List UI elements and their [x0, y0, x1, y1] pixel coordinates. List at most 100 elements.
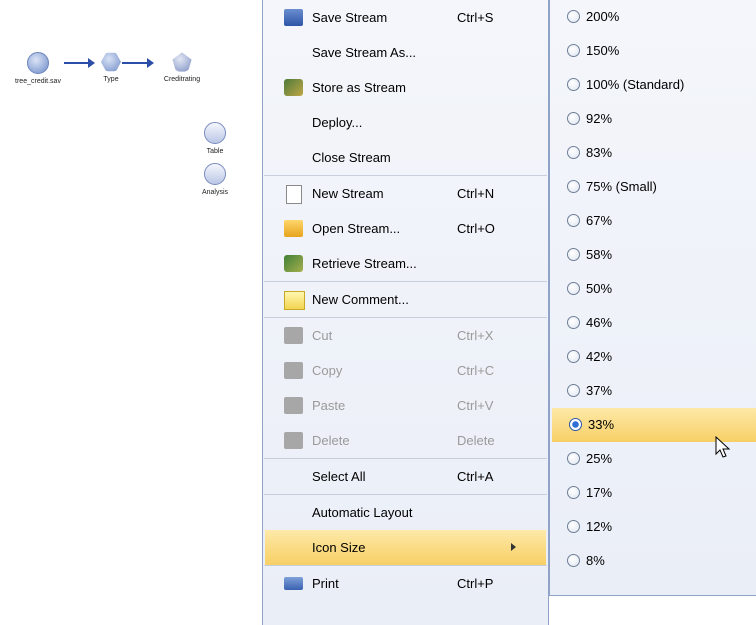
menu-item-new-comment[interactable]: New Comment...	[263, 282, 548, 317]
save-icon	[284, 9, 303, 26]
option-label: 58%	[586, 247, 613, 262]
submenu-option-12[interactable]: 12%	[550, 510, 756, 544]
submenu-option-200[interactable]: 200%	[550, 0, 756, 34]
submenu-option-83[interactable]: 83%	[550, 136, 756, 170]
menu-item-retrieve-stream[interactable]: Retrieve Stream...	[263, 246, 548, 281]
submenu-option-67[interactable]: 67%	[550, 204, 756, 238]
submenu-option-58[interactable]: 58%	[550, 238, 756, 272]
radio-button[interactable]	[567, 350, 580, 363]
radio-button[interactable]	[567, 112, 580, 125]
menu-item-save-stream[interactable]: Save Stream Ctrl+S	[263, 0, 548, 35]
copy-icon	[284, 362, 303, 379]
submenu-option-92[interactable]: 92%	[550, 102, 756, 136]
option-label: 67%	[586, 213, 613, 228]
menu-item-shortcut: Delete	[457, 433, 495, 448]
menu-item-label: Automatic Layout	[312, 505, 413, 520]
radio-button[interactable]	[567, 452, 580, 465]
menu-item-open-stream[interactable]: Open Stream... Ctrl+O	[263, 211, 548, 246]
icon-size-submenu: 200% 150% 100% (Standard) 92% 83% 75% (S…	[549, 0, 756, 596]
submenu-option-8[interactable]: 8%	[550, 544, 756, 578]
menu-item-delete[interactable]: Delete Delete	[263, 423, 548, 458]
node-analysis[interactable]: Analysis	[183, 163, 247, 196]
submenu-option-37[interactable]: 37%	[550, 374, 756, 408]
menu-item-label: Save Stream As...	[312, 45, 417, 60]
option-label: 83%	[586, 145, 613, 160]
option-label: 25%	[586, 451, 613, 466]
mouse-pointer-icon	[715, 436, 731, 458]
radio-button-selected[interactable]	[569, 418, 582, 431]
menu-item-label: Save Stream	[312, 10, 388, 25]
node-tree-credit-sav[interactable]: tree_credit.sav	[6, 52, 70, 85]
menu-item-label: Retrieve Stream...	[312, 256, 417, 271]
menu-item-deploy[interactable]: Deploy...	[263, 105, 548, 140]
radio-button[interactable]	[567, 44, 580, 57]
menu-item-label: New Comment...	[312, 292, 409, 307]
radio-button[interactable]	[567, 214, 580, 227]
menu-item-close-stream[interactable]: Close Stream	[263, 140, 548, 175]
magnifier-icon	[204, 163, 226, 185]
menu-item-shortcut: Ctrl+S	[457, 10, 494, 25]
submenu-option-75[interactable]: 75% (Small)	[550, 170, 756, 204]
submenu-option-100[interactable]: 100% (Standard)	[550, 68, 756, 102]
menu-item-paste[interactable]: Paste Ctrl+V	[263, 388, 548, 423]
table-icon	[204, 122, 226, 144]
radio-button[interactable]	[567, 180, 580, 193]
option-label: 100% (Standard)	[586, 77, 685, 92]
submenu-option-17[interactable]: 17%	[550, 476, 756, 510]
menu-item-shortcut: Ctrl+C	[457, 363, 495, 378]
radio-button[interactable]	[567, 78, 580, 91]
stream-canvas[interactable]: tree_credit.sav Type Creditrating Table …	[0, 0, 262, 625]
menu-item-label: Print	[312, 576, 339, 591]
radio-button[interactable]	[567, 248, 580, 261]
menu-item-icon-size[interactable]: Icon Size	[265, 530, 546, 565]
menu-item-label: Paste	[312, 398, 346, 413]
submenu-arrow-icon	[511, 543, 516, 551]
radio-button[interactable]	[567, 384, 580, 397]
store-icon	[284, 79, 303, 96]
node-label: Table	[206, 148, 224, 155]
comment-icon	[284, 291, 305, 310]
radio-button[interactable]	[567, 10, 580, 23]
menu-item-select-all[interactable]: Select All Ctrl+A	[263, 459, 548, 494]
option-label: 50%	[586, 281, 613, 296]
option-label: 37%	[586, 383, 613, 398]
menu-item-new-stream[interactable]: New Stream Ctrl+N	[263, 176, 548, 211]
menu-item-store-as-stream[interactable]: Store as Stream	[263, 70, 548, 105]
menu-item-shortcut: Ctrl+N	[457, 186, 495, 201]
menu-item-print[interactable]: Print Ctrl+P	[263, 566, 548, 601]
option-label: 46%	[586, 315, 613, 330]
menu-item-shortcut: Ctrl+P	[457, 576, 494, 591]
menu-item-automatic-layout[interactable]: Automatic Layout	[263, 495, 548, 530]
menu-item-label: Store as Stream	[312, 80, 406, 95]
submenu-option-46[interactable]: 46%	[550, 306, 756, 340]
radio-button[interactable]	[567, 520, 580, 533]
menu-item-copy[interactable]: Copy Ctrl+C	[263, 353, 548, 388]
node-type[interactable]: Type	[79, 52, 143, 83]
menu-item-shortcut: Ctrl+V	[457, 398, 494, 413]
option-label: 17%	[586, 485, 613, 500]
radio-button[interactable]	[567, 146, 580, 159]
option-label: 150%	[586, 43, 620, 58]
scissors-icon	[284, 327, 303, 344]
node-creditrating[interactable]: Creditrating	[150, 52, 214, 83]
model-node-icon	[172, 52, 192, 72]
menu-item-shortcut: Ctrl+X	[457, 328, 494, 343]
submenu-option-50[interactable]: 50%	[550, 272, 756, 306]
radio-button[interactable]	[567, 316, 580, 329]
menu-item-cut[interactable]: Cut Ctrl+X	[263, 318, 548, 353]
radio-button[interactable]	[567, 554, 580, 567]
submenu-option-42[interactable]: 42%	[550, 340, 756, 374]
node-table[interactable]: Table	[183, 122, 247, 155]
option-label: 33%	[588, 417, 615, 432]
radio-button[interactable]	[567, 486, 580, 499]
menu-item-label: Deploy...	[312, 115, 363, 130]
submenu-option-150[interactable]: 150%	[550, 34, 756, 68]
menu-item-label: Select All	[312, 469, 366, 484]
source-node-icon	[27, 52, 49, 74]
menu-item-save-stream-as[interactable]: Save Stream As...	[263, 35, 548, 70]
radio-button[interactable]	[567, 282, 580, 295]
type-node-icon	[101, 52, 121, 72]
option-label: 200%	[586, 9, 620, 24]
connector-arrow	[122, 58, 154, 68]
menu-item-label: Icon Size	[312, 540, 366, 555]
